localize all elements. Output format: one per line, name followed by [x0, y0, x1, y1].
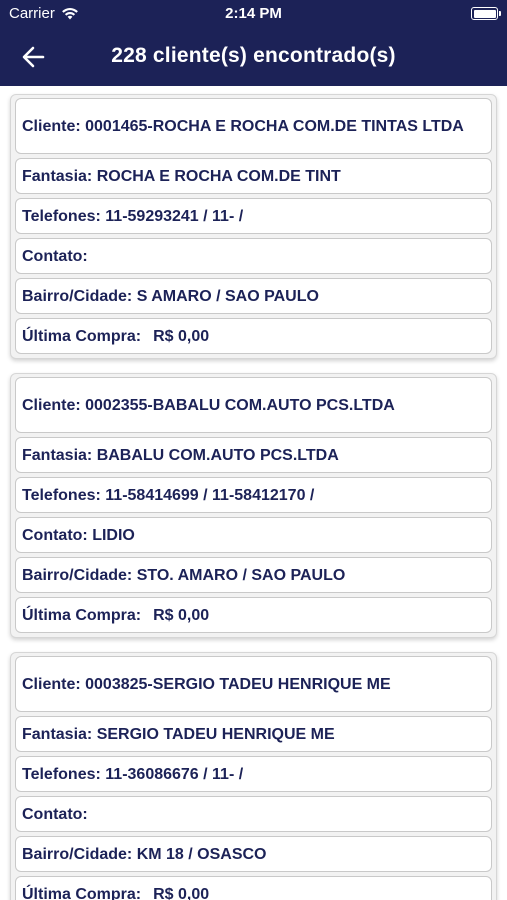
- ultima-compra-value: R$ 0,00: [153, 885, 210, 900]
- ultima-compra-label: Última Compra:: [22, 327, 142, 345]
- ultima-compra-row: Última Compra: R$ 0,00: [15, 876, 492, 900]
- client-card[interactable]: Cliente: 0003825-SERGIO TADEU HENRIQUE M…: [10, 652, 497, 900]
- contato-row: Contato: LIDIO: [15, 517, 492, 553]
- arrow-left-icon: [22, 46, 45, 68]
- back-button[interactable]: [18, 42, 50, 72]
- ultima-compra-label: Última Compra:: [22, 885, 142, 900]
- page-title: 228 cliente(s) encontrado(s): [111, 44, 396, 67]
- fantasia-row: Fantasia: ROCHA E ROCHA COM.DE TINT: [15, 158, 492, 194]
- client-card[interactable]: Cliente: 0001465-ROCHA E ROCHA COM.DE TI…: [10, 94, 497, 359]
- client-name-row: Cliente: 0002355-BABALU COM.AUTO PCS.LTD…: [15, 377, 492, 433]
- ultima-compra-label: Última Compra:: [22, 606, 142, 624]
- bairro-cidade-row: Bairro/Cidade: STO. AMARO / SAO PAULO: [15, 557, 492, 593]
- ultima-compra-row: Última Compra: R$ 0,00: [15, 318, 492, 354]
- ultima-compra-row: Última Compra: R$ 0,00: [15, 597, 492, 633]
- contato-row: Contato:: [15, 238, 492, 274]
- ultima-compra-value: R$ 0,00: [153, 327, 210, 345]
- contato-row: Contato:: [15, 796, 492, 832]
- battery-icon: [471, 7, 501, 20]
- status-time: 2:14 PM: [225, 5, 282, 22]
- battery-level-fill: [473, 9, 496, 18]
- telefones-row: Telefones: 11-58414699 / 11-58412170 /: [15, 477, 492, 513]
- bairro-cidade-row: Bairro/Cidade: KM 18 / OSASCO: [15, 836, 492, 872]
- fantasia-row: Fantasia: SERGIO TADEU HENRIQUE ME: [15, 716, 492, 752]
- telefones-row: Telefones: 11-36086676 / 11- /: [15, 756, 492, 792]
- telefones-row: Telefones: 11-59293241 / 11- /: [15, 198, 492, 234]
- client-list[interactable]: Cliente: 0001465-ROCHA E ROCHA COM.DE TI…: [0, 86, 507, 900]
- client-name-row: Cliente: 0003825-SERGIO TADEU HENRIQUE M…: [15, 656, 492, 712]
- bairro-cidade-row: Bairro/Cidade: S AMARO / SAO PAULO: [15, 278, 492, 314]
- client-name-row: Cliente: 0001465-ROCHA E ROCHA COM.DE TI…: [15, 98, 492, 154]
- navigation-bar: 228 cliente(s) encontrado(s): [0, 28, 507, 86]
- ultima-compra-value: R$ 0,00: [153, 606, 210, 624]
- status-bar: Carrier 2:14 PM: [0, 0, 507, 28]
- fantasia-row: Fantasia: BABALU COM.AUTO PCS.LTDA: [15, 437, 492, 473]
- client-card[interactable]: Cliente: 0002355-BABALU COM.AUTO PCS.LTD…: [10, 373, 497, 638]
